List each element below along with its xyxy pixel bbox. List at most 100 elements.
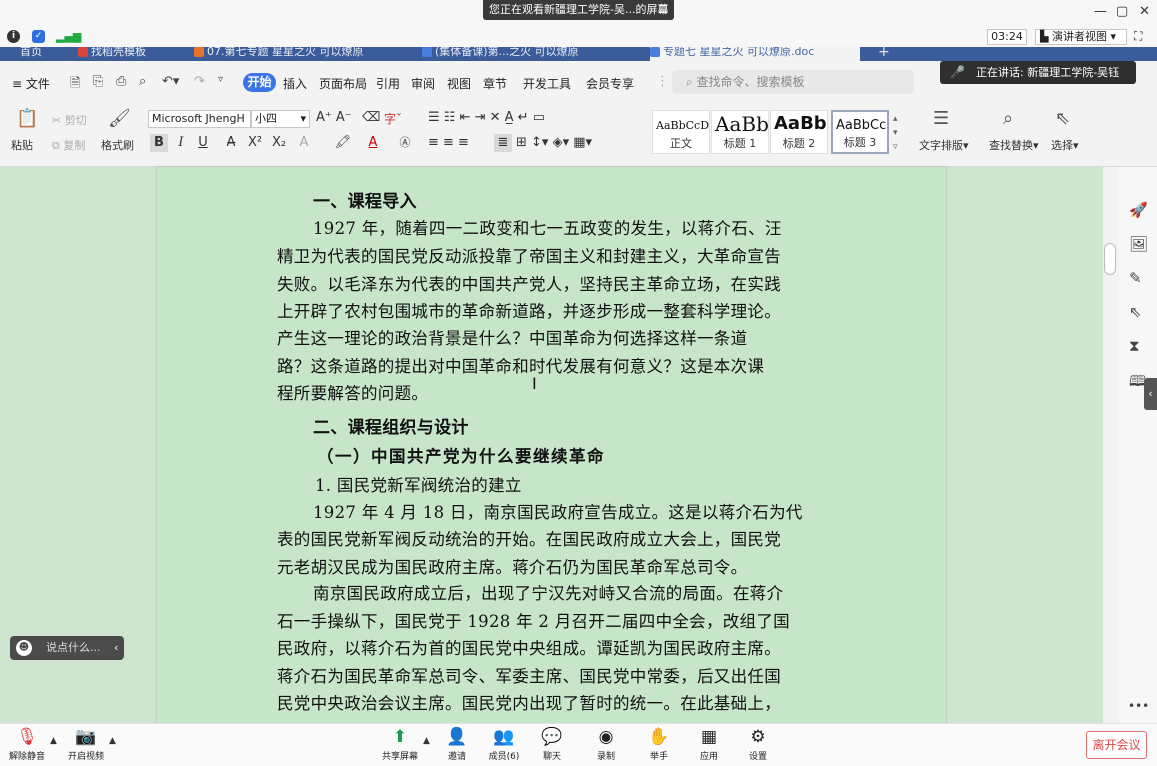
- format-painter-icon[interactable]: 🖌: [108, 108, 131, 129]
- styles-scroll-icon[interactable]: ▴ ▾ ▿: [893, 112, 898, 154]
- font-size-select[interactable]: 小四 ▾: [251, 110, 310, 128]
- underline-button[interactable]: U: [194, 134, 212, 152]
- export-pdf-icon[interactable]: ⎘: [93, 74, 103, 89]
- info-icon[interactable]: i: [7, 30, 20, 43]
- menu-chapter[interactable]: 章节: [483, 75, 507, 92]
- settings-button[interactable]: ⚙ 设置: [733, 727, 783, 762]
- justify-icon[interactable]: ≣: [494, 134, 512, 152]
- chat-button[interactable]: 💬 聊天: [527, 727, 577, 762]
- ribbon-collapse-icon[interactable]: ⋮: [656, 74, 669, 89]
- grow-font-icon[interactable]: A⁺ A⁻: [316, 110, 352, 125]
- menu-page-layout[interactable]: 页面布局: [319, 75, 367, 92]
- apps-button[interactable]: ▦ 应用: [684, 727, 734, 762]
- cut-button[interactable]: ✂ 剪切: [52, 112, 87, 128]
- menu-view[interactable]: 视图: [447, 75, 471, 92]
- highlight-color-icon[interactable]: 🖍: [334, 134, 352, 152]
- share-screen-icon: ⬆: [392, 727, 408, 747]
- menu-developer-tools[interactable]: 开发工具: [523, 75, 571, 92]
- quick-chat-input[interactable]: ☻ 说点什么... ‹: [10, 636, 124, 660]
- find-icon[interactable]: ⌕: [1003, 108, 1013, 129]
- tab-ppt-file[interactable]: 07.第七专题 星星之火 可以燎原: [194, 47, 404, 61]
- clear-format-icon[interactable]: ⌫: [362, 110, 380, 125]
- font-color-icon[interactable]: A: [364, 134, 382, 152]
- tab-active-document[interactable]: 专题七 星星之火 可以燎原.doc: [650, 47, 860, 61]
- start-video-button[interactable]: 📷 开启视频: [61, 727, 111, 762]
- invite-button[interactable]: 👤 邀请: [432, 727, 482, 762]
- more-icon[interactable]: •••: [1128, 699, 1149, 713]
- raise-hand-button[interactable]: ✋ 举手: [634, 727, 684, 762]
- record-button[interactable]: ◉ 录制: [581, 727, 631, 762]
- sliders-icon[interactable]: ⧗: [1129, 337, 1140, 355]
- document-page[interactable]: 一、课程导入 1927 年，随着四一二政变和七一五政变的发生，以蒋介石、汪 精卫…: [157, 167, 946, 723]
- subscript-button[interactable]: X₂: [270, 134, 288, 152]
- text-effect-icon[interactable]: A: [295, 134, 313, 152]
- chevron-up-icon[interactable]: ▲: [423, 736, 430, 746]
- line-spacing-icon[interactable]: ⊞ ↕▾ ◈▾ ▦▾: [516, 135, 592, 150]
- print-preview-icon[interactable]: ⌕: [139, 74, 146, 89]
- scrollbar-thumb[interactable]: [1104, 243, 1116, 275]
- rocket-icon[interactable]: 🚀: [1129, 201, 1148, 219]
- file-menu[interactable]: ≡ 文件: [12, 75, 50, 92]
- fullscreen-icon[interactable]: ⛶: [1134, 29, 1142, 44]
- align-left-icon[interactable]: ≡ ≡ ≡: [428, 135, 469, 150]
- tab-start[interactable]: 开始: [243, 73, 276, 92]
- command-search[interactable]: ⌕ 查找命令、搜索模板: [672, 70, 914, 94]
- minimize-icon[interactable]: —: [1094, 4, 1107, 19]
- find-replace-button[interactable]: 查找替换▾: [989, 137, 1039, 153]
- share-screen-button[interactable]: ⬆ 共享屏幕: [375, 727, 425, 762]
- signal-strength-icon[interactable]: ▂▄▆: [56, 30, 81, 43]
- char-border-icon[interactable]: Ⓐ: [396, 134, 414, 152]
- style-heading-2[interactable]: AaBb( 标题 2: [770, 110, 828, 154]
- unmute-button[interactable]: 🎙 解除静音: [2, 727, 52, 762]
- undo-icon[interactable]: ↶▾: [162, 74, 179, 89]
- print-icon[interactable]: ⎙: [116, 74, 126, 89]
- new-tab-button[interactable]: +: [878, 47, 898, 61]
- screen-share-banner[interactable]: 您正在观看新疆理工学院-吴...的屏幕 ☰: [483, 0, 674, 20]
- banner-menu-icon[interactable]: ☰: [658, 0, 668, 20]
- format-painter-button[interactable]: 格式刷: [101, 137, 134, 153]
- menu-references[interactable]: 引用: [376, 75, 400, 92]
- tab-template-store[interactable]: 找稻壳模板: [78, 47, 174, 61]
- paragraph-line: 1927 年，随着四一二政变和七一五政变的发生，以蒋介石、汪: [313, 219, 782, 238]
- bullet-list-icon[interactable]: ☰ ☷ ⇤ ⇥ ✕ A̲ ↵ ▭: [428, 110, 545, 125]
- text-layout-icon[interactable]: ☰: [933, 108, 949, 129]
- presenter-view-select[interactable]: ▙ 演讲者视图 ▾: [1035, 29, 1127, 45]
- menu-review[interactable]: 审阅: [411, 75, 435, 92]
- menu-insert[interactable]: 插入: [283, 75, 307, 92]
- shield-icon[interactable]: ✓: [32, 30, 45, 43]
- strikethrough-button[interactable]: A̶: [222, 134, 240, 152]
- text-layout-button[interactable]: 文字排版▾: [919, 137, 969, 153]
- members-button[interactable]: 👥 成员(6): [479, 727, 529, 762]
- restore-icon[interactable]: ▢: [1116, 4, 1128, 19]
- image-icon[interactable]: 🖼: [1129, 235, 1148, 253]
- menu-member-exclusive[interactable]: 会员专享: [586, 75, 634, 92]
- save-icon[interactable]: 🗎: [70, 74, 80, 96]
- side-panel-toggle[interactable]: ‹: [1144, 378, 1157, 410]
- tab-home[interactable]: 首页: [20, 47, 62, 61]
- emoji-icon[interactable]: ☻: [16, 640, 32, 656]
- italic-button[interactable]: I: [172, 134, 190, 152]
- paste-icon[interactable]: 📋: [16, 108, 38, 129]
- bold-button[interactable]: B: [150, 134, 168, 152]
- pen-icon[interactable]: ✎: [1129, 269, 1142, 287]
- copy-button[interactable]: ⧉ 复制: [52, 137, 85, 153]
- chevron-up-icon[interactable]: ▲: [109, 736, 116, 746]
- style-heading-3[interactable]: AaBbCc 标题 3: [831, 110, 889, 154]
- select-button[interactable]: 选择▾: [1051, 137, 1079, 153]
- redo-icon[interactable]: ↷: [194, 74, 205, 89]
- font-name-select[interactable]: Microsoft JhengH: [148, 110, 251, 128]
- superscript-button[interactable]: X²: [246, 134, 264, 152]
- pointer-icon[interactable]: ⇖: [1129, 303, 1142, 321]
- chevron-up-icon[interactable]: ▲: [50, 736, 57, 746]
- tab-collective-prep-doc[interactable]: (集体备课)第...之火 可以燎原: [422, 47, 630, 61]
- paste-button[interactable]: 粘贴: [11, 137, 33, 153]
- style-normal[interactable]: AaBbCcDc 正文: [652, 110, 710, 154]
- close-icon[interactable]: ✕: [1139, 4, 1150, 19]
- pinyin-guide-icon[interactable]: 字ˇ: [384, 110, 402, 127]
- style-heading-1[interactable]: AaBb 标题 1: [711, 110, 769, 154]
- paragraph-line: 元老胡汉民成为国民政府主席。蒋介石仍为国民革命军总司令。: [277, 558, 748, 577]
- chevron-left-icon[interactable]: ‹: [114, 636, 118, 660]
- leave-meeting-button[interactable]: 离开会议: [1086, 731, 1147, 759]
- quick-access-dropdown-icon[interactable]: ▿: [218, 74, 223, 85]
- select-cursor-icon[interactable]: ⇖: [1055, 108, 1070, 129]
